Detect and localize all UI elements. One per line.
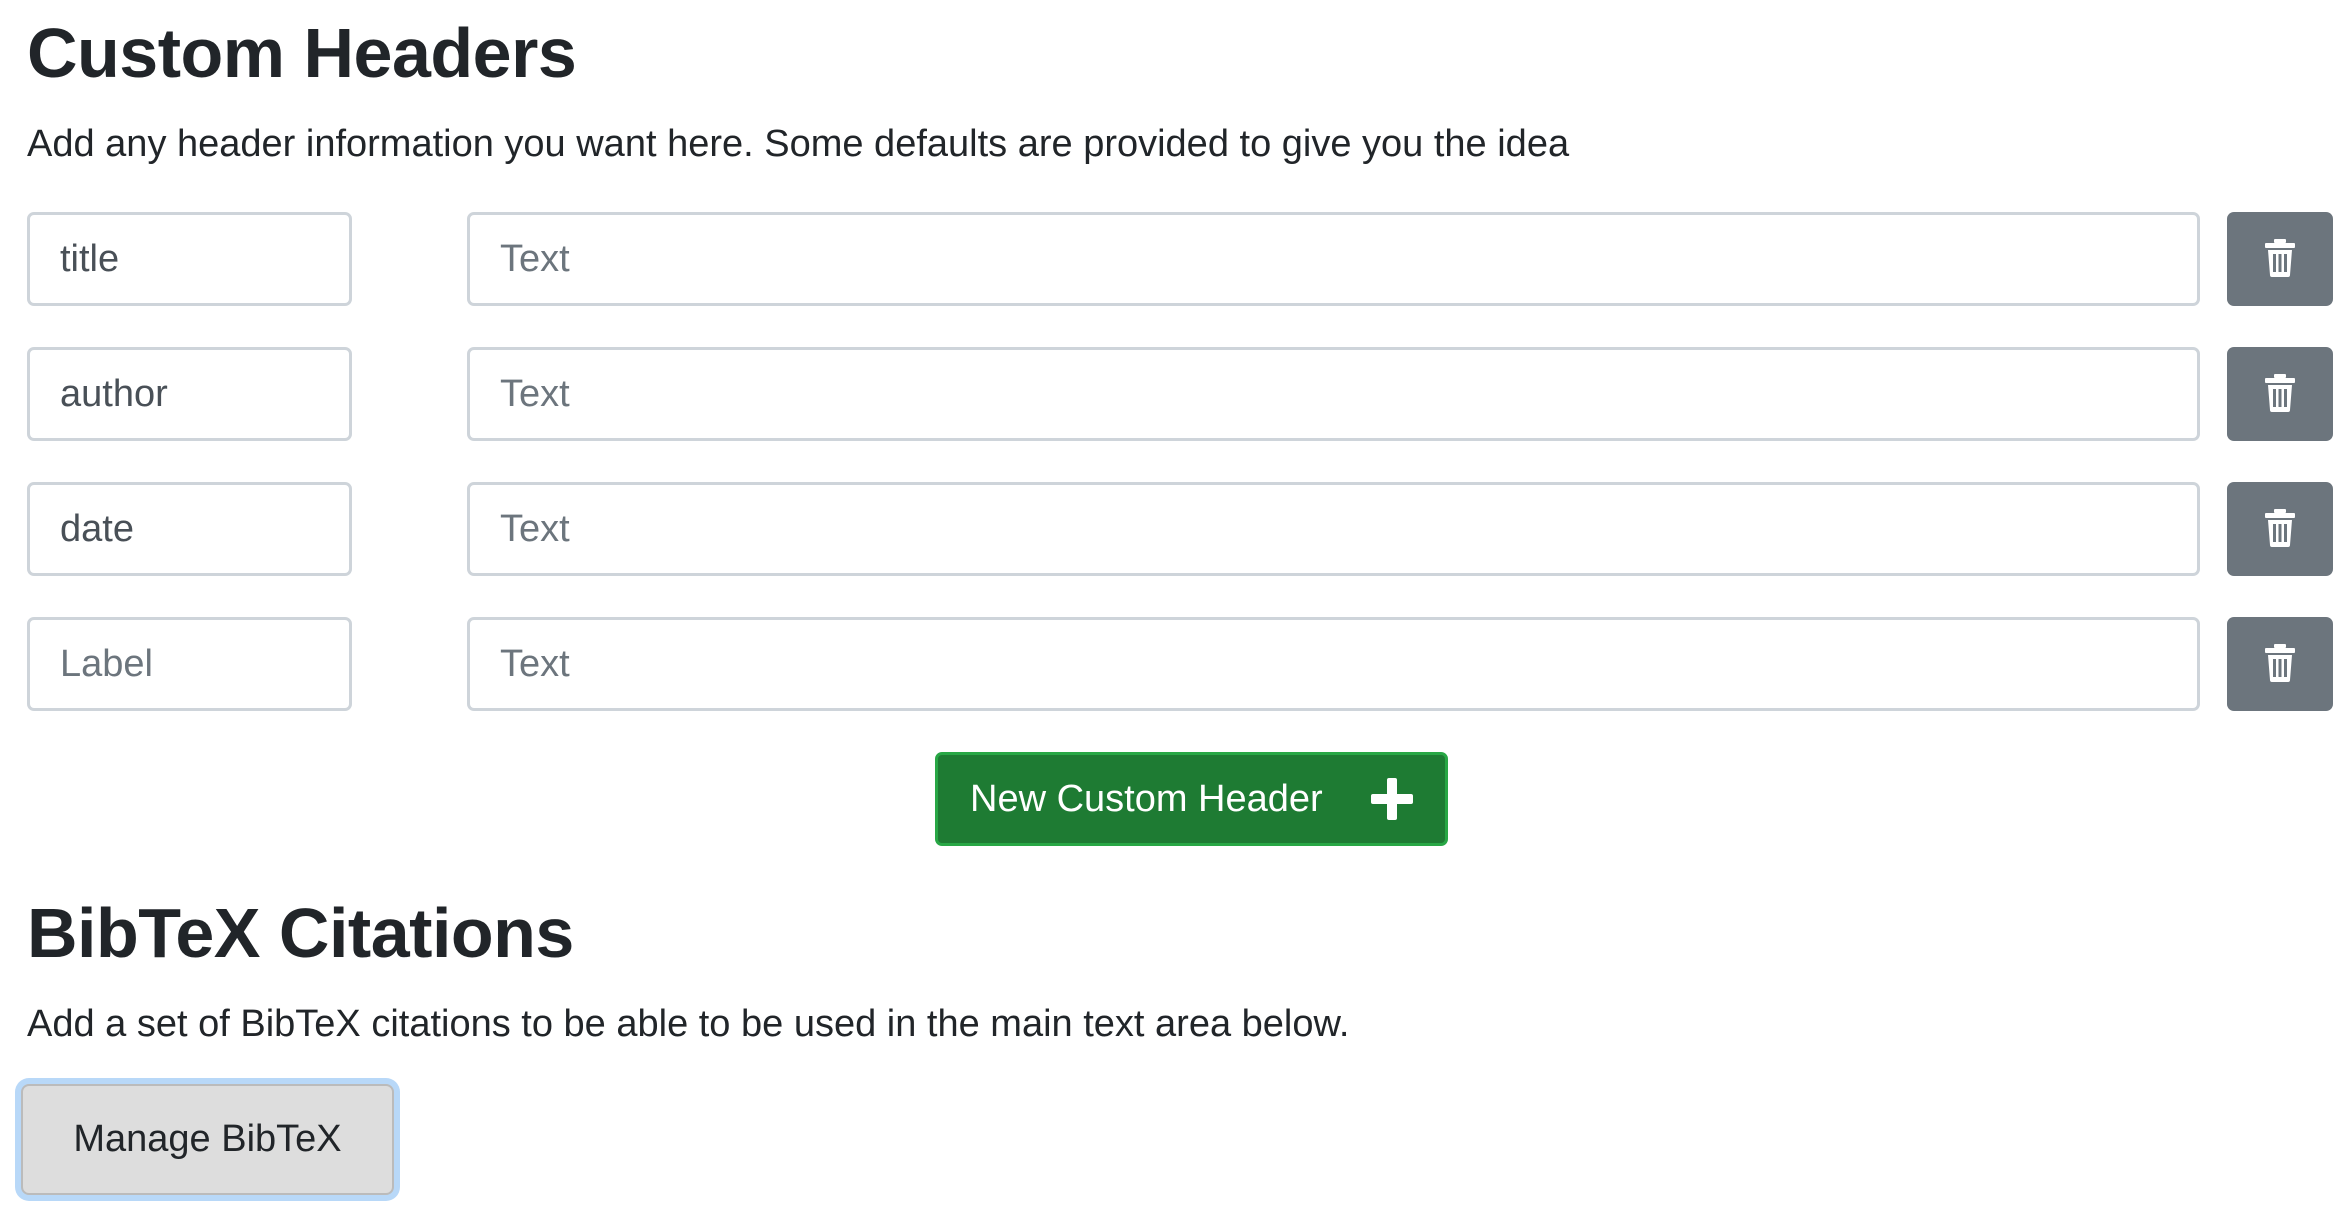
header-text-input[interactable] — [467, 617, 2200, 711]
new-custom-header-button[interactable]: New Custom Header — [935, 752, 1448, 846]
header-text-input[interactable] — [467, 482, 2200, 576]
custom-headers-title: Custom Headers — [27, 14, 577, 92]
header-row — [27, 617, 2337, 711]
custom-headers-description: Add any header information you want here… — [27, 123, 1570, 165]
trash-icon — [2265, 373, 2295, 415]
bibtex-description: Add a set of BibTeX citations to be able… — [27, 1003, 1350, 1045]
trash-icon — [2265, 643, 2295, 685]
header-row — [27, 347, 2337, 441]
header-text-input[interactable] — [467, 212, 2200, 306]
header-row — [27, 482, 2337, 576]
plus-icon — [1371, 778, 1413, 820]
header-label-input[interactable] — [27, 212, 352, 306]
delete-header-button[interactable] — [2227, 212, 2333, 306]
header-row — [27, 212, 2337, 306]
trash-icon — [2265, 238, 2295, 280]
bibtex-title: BibTeX Citations — [27, 894, 574, 972]
manage-bibtex-button[interactable]: Manage BibTeX — [21, 1084, 394, 1195]
header-text-input[interactable] — [467, 347, 2200, 441]
new-custom-header-label: New Custom Header — [970, 777, 1323, 820]
header-label-input[interactable] — [27, 617, 352, 711]
header-label-input[interactable] — [27, 482, 352, 576]
trash-icon — [2265, 508, 2295, 550]
delete-header-button[interactable] — [2227, 482, 2333, 576]
delete-header-button[interactable] — [2227, 617, 2333, 711]
delete-header-button[interactable] — [2227, 347, 2333, 441]
header-label-input[interactable] — [27, 347, 352, 441]
